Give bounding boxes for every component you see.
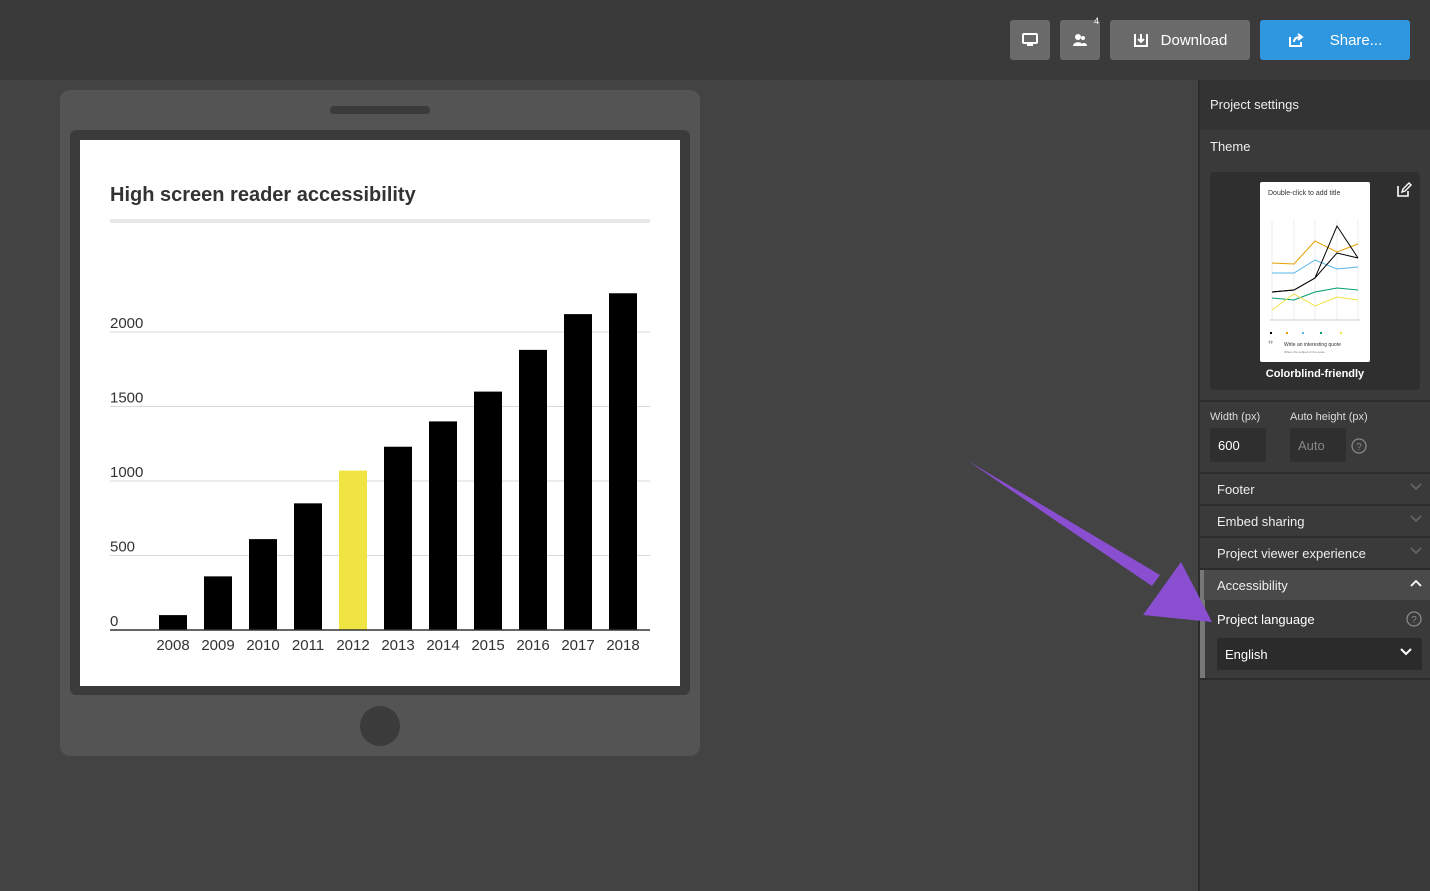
y-tick-label: 1500 <box>110 390 143 407</box>
section-accessibility[interactable]: Accessibility <box>1204 570 1430 600</box>
chevron-down-icon <box>1410 515 1422 523</box>
x-tick-label: 2010 <box>246 637 279 654</box>
section-footer-label: Footer <box>1217 481 1255 497</box>
chevron-up-icon <box>1410 579 1422 587</box>
auto-height-label: Auto height (px) <box>1290 411 1368 423</box>
bar <box>474 391 502 630</box>
divider <box>1200 678 1430 680</box>
help-icon[interactable]: ? <box>1406 611 1422 627</box>
chevron-down-icon <box>1410 547 1422 555</box>
x-tick-label: 2008 <box>156 637 189 654</box>
divider <box>1200 400 1430 402</box>
x-tick-label: 2013 <box>381 637 414 654</box>
bar <box>519 349 547 630</box>
bar <box>339 470 367 630</box>
device-preview-frame: High screen reader accessibility 0 500 100… <box>60 90 700 756</box>
chevron-down-icon <box>1400 648 1412 656</box>
x-tick-label: 2017 <box>561 637 594 654</box>
section-footer[interactable]: Footer <box>1204 474 1430 504</box>
bar-chart[interactable]: 0 500 1000 1500 2000 2008 2009 2010 2011 2012 2013… <box>80 140 680 686</box>
y-tick-label: 2000 <box>110 315 143 332</box>
project-language-value: English <box>1225 646 1268 662</box>
chart-canvas[interactable]: High screen reader accessibility 0 500 100… <box>80 140 680 686</box>
y-tick-label: 500 <box>110 539 135 556</box>
svg-text:?: ? <box>1356 442 1362 453</box>
theme-thumb-quote-sub: Where the subject of the quote <box>1284 350 1325 354</box>
device-home-button <box>360 706 400 746</box>
bar <box>249 539 277 630</box>
bar <box>294 503 322 630</box>
quote-icon: ❞ <box>1268 340 1274 351</box>
bar <box>564 314 592 630</box>
section-accessibility-label: Accessibility <box>1217 577 1288 593</box>
x-tick-label: 2018 <box>606 637 639 654</box>
monitor-icon <box>1022 33 1038 46</box>
x-tick-label: 2014 <box>426 637 459 654</box>
download-icon <box>1133 34 1148 47</box>
annotation-arrow-shaft <box>968 461 1160 586</box>
x-tick-label: 2009 <box>201 637 234 654</box>
device-speaker <box>330 106 430 114</box>
collaborator-count-badge: 4 <box>1093 16 1099 26</box>
panel-header: Project settings <box>1200 80 1430 130</box>
bar <box>159 615 187 630</box>
top-toolbar: 4 Download Share... <box>0 0 1430 80</box>
users-icon <box>1073 34 1087 46</box>
section-viewer-label: Project viewer experience <box>1217 545 1366 561</box>
x-tick-label: 2015 <box>471 637 504 654</box>
svg-text:?: ? <box>1411 615 1417 626</box>
project-language-select[interactable]: English <box>1217 638 1422 670</box>
edit-theme-icon[interactable] <box>1396 182 1412 198</box>
share-icon <box>1288 33 1304 47</box>
section-viewer-experience[interactable]: Project viewer experience <box>1204 538 1430 568</box>
auto-height-input[interactable]: Auto <box>1290 428 1346 462</box>
x-tick-label: 2011 <box>292 637 324 654</box>
chevron-down-icon <box>1410 483 1422 491</box>
theme-thumb-chart <box>1270 220 1360 334</box>
download-button[interactable]: Download <box>1110 20 1250 60</box>
x-tick-label: 2016 <box>516 637 549 654</box>
collaborators-button[interactable]: 4 <box>1060 16 1100 60</box>
section-embed-label: Embed sharing <box>1217 513 1305 529</box>
share-label: Share... <box>1329 31 1383 49</box>
theme-label: Theme <box>1210 139 1251 154</box>
bar <box>609 293 637 630</box>
bar <box>384 446 412 630</box>
project-language-label: Project language <box>1217 612 1315 627</box>
section-embed-sharing[interactable]: Embed sharing <box>1204 506 1430 536</box>
preview-device-button[interactable] <box>1010 20 1050 60</box>
download-label: Download <box>1160 31 1228 49</box>
width-label: Width (px) <box>1210 411 1261 423</box>
settings-panel: Project settings Theme Double-click to a… <box>1198 80 1430 891</box>
help-icon[interactable]: ? <box>1351 438 1367 454</box>
theme-card[interactable]: Double-click to add title ❞ Write an int… <box>1210 172 1420 390</box>
bar <box>204 576 232 630</box>
y-tick-label: 1000 <box>110 464 143 481</box>
share-button[interactable]: Share... <box>1260 20 1410 60</box>
theme-thumb-quote: Write an interesting quote <box>1284 342 1341 348</box>
bar <box>429 421 457 630</box>
width-input[interactable]: 600 <box>1210 428 1266 462</box>
x-tick-label: 2012 <box>336 637 369 654</box>
y-tick-label: 0 <box>110 613 118 630</box>
theme-name: Colorblind-friendly <box>1265 368 1365 380</box>
theme-thumbnail[interactable]: Double-click to add title ❞ Write an int… <box>1260 182 1370 362</box>
